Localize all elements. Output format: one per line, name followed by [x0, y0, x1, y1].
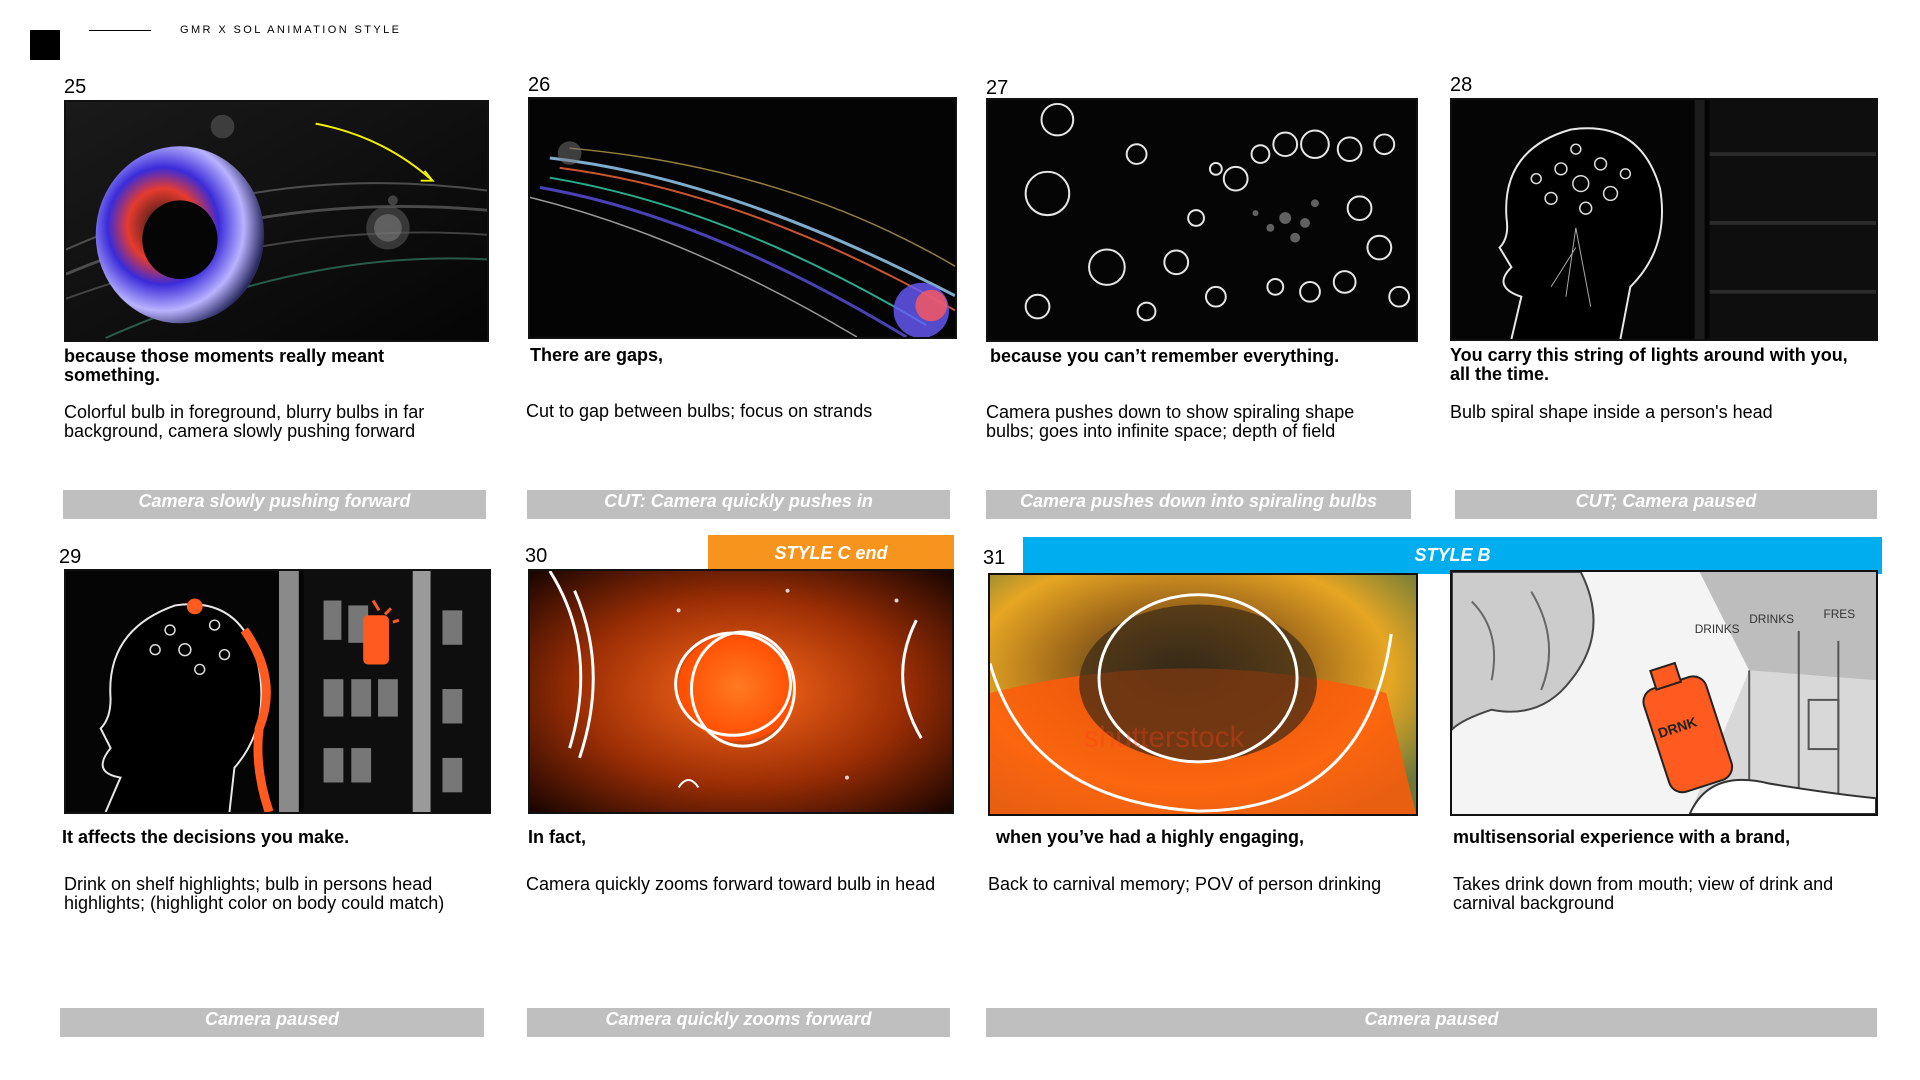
dialogue-text: multisensorial experience with a brand,: [1453, 827, 1791, 847]
camera-direction-bar: CUT: Camera quickly pushes in: [527, 490, 950, 519]
camera-direction-bar: Camera quickly zooms forward: [527, 1008, 950, 1037]
watermark-text: shutterstock: [1084, 721, 1244, 754]
sign-text: FRES: [1823, 607, 1855, 621]
camera-direction-bar: Camera slowly pushing forward: [63, 490, 486, 519]
shot-number: 27: [986, 77, 1009, 99]
dialogue-text: You carry this string of lights around w…: [1450, 345, 1848, 384]
shot-number: 25: [64, 76, 87, 98]
shot-number: 28: [1450, 74, 1473, 96]
frame-illustration: DRINKS DRINKS FRES DRNK: [1452, 572, 1876, 814]
frame-illustration: [66, 571, 489, 812]
sign-text: DRINKS: [1749, 612, 1794, 626]
header-rule: [89, 30, 151, 31]
shot-description: Camera quickly zooms forward toward bulb…: [526, 874, 936, 894]
storyboard-frame[interactable]: [528, 569, 954, 814]
shot-description: Drink on shelf highlights; bulb in perso…: [64, 874, 445, 913]
camera-direction-bar: Camera pushes down into spiraling bulbs: [986, 490, 1411, 519]
frame-illustration: [1452, 100, 1876, 339]
storyboard-frame[interactable]: [64, 100, 489, 342]
frame-illustration: [988, 100, 1416, 340]
corner-mark: [30, 30, 60, 60]
shot-description: Colorful bulb in foreground, blurry bulb…: [64, 402, 425, 441]
shot-description: Cut to gap between bulbs; focus on stran…: [526, 401, 873, 421]
storyboard-frame[interactable]: [986, 98, 1418, 342]
shot-number: 31: [983, 547, 1006, 569]
camera-direction-bar: Camera paused: [986, 1008, 1877, 1037]
sign-text: DRINKS: [1695, 622, 1740, 636]
storyboard-frame[interactable]: shutterstock: [988, 573, 1418, 816]
shot-description: Bulb spiral shape inside a person's head: [1450, 402, 1773, 422]
shot-description: Back to carnival memory; POV of person d…: [988, 874, 1382, 894]
shot-number: 26: [528, 74, 551, 96]
dialogue-text: There are gaps,: [530, 345, 664, 365]
camera-direction-bar: CUT; Camera paused: [1455, 490, 1877, 519]
camera-direction-bar: Camera paused: [60, 1008, 484, 1037]
style-banner-b: STYLE B: [1023, 537, 1882, 574]
shot-number: 29: [59, 546, 82, 568]
frame-illustration: shutterstock: [990, 575, 1416, 814]
dialogue-text: It affects the decisions you make.: [62, 827, 350, 847]
storyboard-frame[interactable]: [64, 569, 491, 814]
style-banner-c: STYLE C end: [708, 535, 954, 572]
page-title: GMR X SOL ANIMATION STYLE: [180, 24, 402, 36]
dialogue-text: because you can’t remember everything.: [990, 346, 1340, 366]
shot-number: 30: [525, 545, 548, 567]
dialogue-text: when you’ve had a highly engaging,: [996, 827, 1305, 847]
dialogue-text: because those moments really meant somet…: [64, 346, 385, 385]
frame-illustration: [66, 102, 487, 340]
storyboard-frame[interactable]: [528, 97, 957, 339]
storyboard-frame[interactable]: DRINKS DRINKS FRES DRNK: [1450, 570, 1878, 816]
frame-illustration: [530, 571, 952, 812]
shot-description: Camera pushes down to show spiraling sha…: [986, 402, 1355, 441]
shot-description: Takes drink down from mouth; view of dri…: [1453, 874, 1834, 913]
storyboard-frame[interactable]: [1450, 98, 1878, 341]
frame-illustration: [530, 99, 955, 337]
dialogue-text: In fact,: [528, 827, 587, 847]
